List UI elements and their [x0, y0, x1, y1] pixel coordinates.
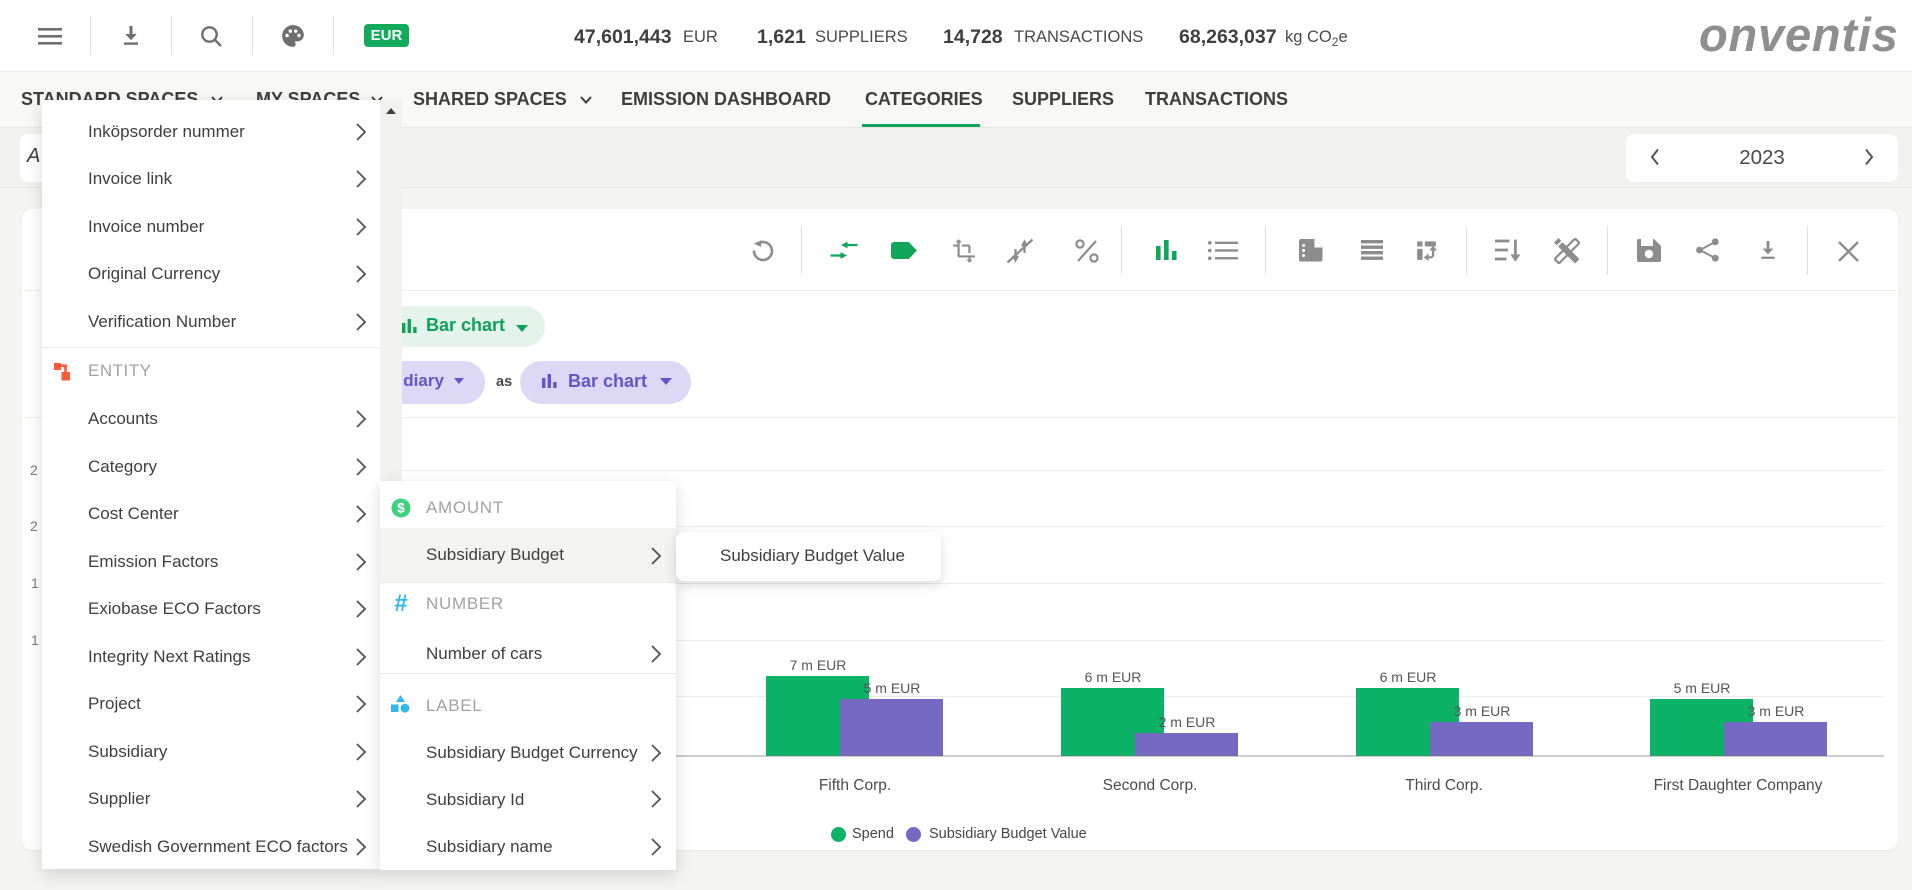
svg-text:#: # — [394, 593, 407, 614]
svg-text:$: $ — [397, 501, 405, 516]
